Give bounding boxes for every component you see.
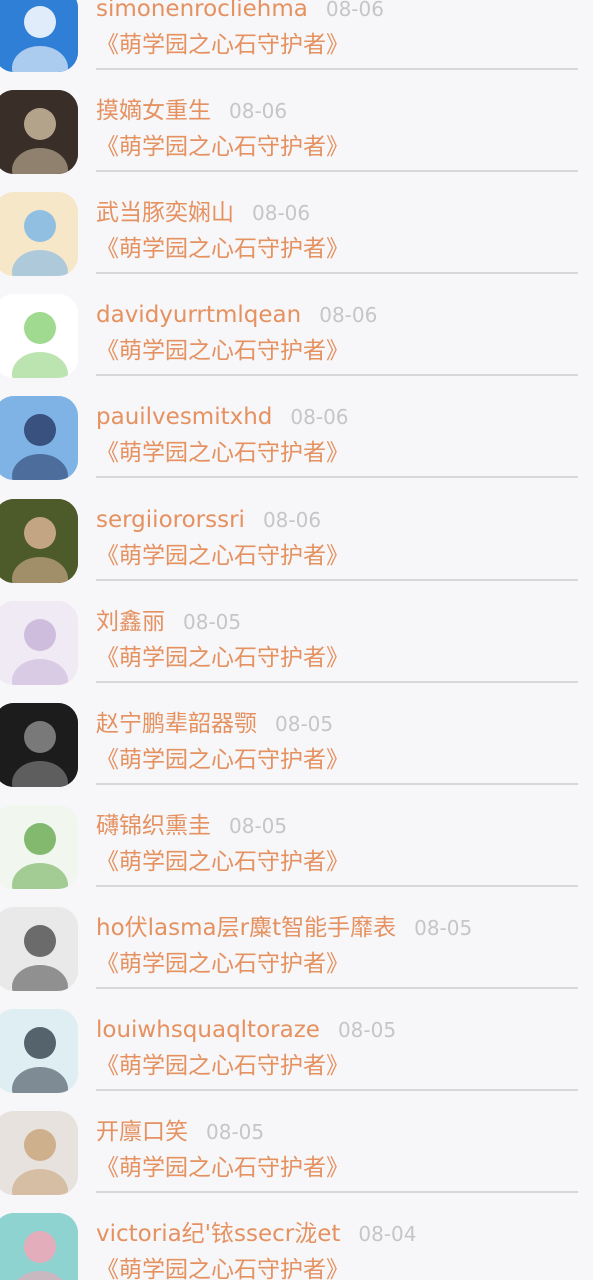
name-line: 赵宁鹏辈韶器颚 08-05: [96, 707, 333, 741]
list-item[interactable]: pauilvesmitxhd 08-06 《萌学园之心石守护者》: [0, 396, 593, 498]
list-item[interactable]: 武当豚奕娴山 08-06 《萌学园之心石守护者》: [0, 192, 593, 294]
date-label: 08-05: [229, 813, 288, 838]
book-title-link[interactable]: 《萌学园之心石守护者》: [96, 946, 349, 982]
name-line: 摸嫡女重生 08-06: [96, 94, 287, 128]
woman-portrait-avatar[interactable]: [0, 498, 78, 583]
name-line: pauilvesmitxhd 08-06: [96, 400, 349, 434]
book-title-link[interactable]: 《萌学园之心石守护者》: [96, 129, 349, 165]
list-item[interactable]: 摸嫡女重生 08-06 《萌学园之心石守护者》: [0, 90, 593, 192]
user-name[interactable]: sergiiororssri: [96, 507, 245, 533]
message-list: simonenrocliehma 08-06 《萌学园之心石守护者》 摸嫡女重生 08-…: [0, 0, 593, 1280]
divider: [96, 680, 578, 683]
date-label: 08-05: [414, 915, 473, 940]
book-title-link[interactable]: 《萌学园之心石守护者》: [96, 538, 349, 574]
name-line: simonenrocliehma 08-06: [96, 0, 384, 26]
dolphin-avatar[interactable]: [0, 1009, 78, 1093]
date-label: 08-05: [337, 1018, 397, 1042]
date-label: 08-06: [252, 201, 311, 226]
list-item[interactable]: 赵宁鹏辈韶器颚 08-05 《萌学园之心石守护者》: [0, 702, 593, 805]
book-title-link[interactable]: 《萌学园之心石守护者》: [96, 844, 349, 880]
book-title-link[interactable]: 《萌学园之心石守护者》: [96, 1252, 349, 1280]
date-label: 08-06: [290, 405, 349, 430]
name-line: 刘鑫丽 08-05: [96, 605, 241, 639]
user-name[interactable]: pauilvesmitxhd: [96, 404, 272, 430]
date-label: 08-05: [206, 1120, 265, 1145]
name-line: louiwhsquaqltoraze 08-05: [96, 1013, 396, 1047]
woman-bw-avatar[interactable]: [0, 906, 78, 991]
user-name[interactable]: 赵宁鹏辈韶器颚: [96, 711, 257, 737]
divider: [96, 986, 578, 989]
book-title-link[interactable]: 《萌学园之心石守护者》: [96, 640, 349, 676]
green-dinosaur-avatar[interactable]: [0, 294, 78, 379]
list-item[interactable]: sergiiororssri 08-06 《萌学园之心石守护者》: [0, 498, 593, 601]
book-title-link[interactable]: 《萌学园之心石守护者》: [96, 27, 349, 63]
divider: [96, 782, 578, 785]
list-item[interactable]: 开廪口笑 08-05 《萌学园之心石守护者》: [0, 1111, 593, 1213]
user-name[interactable]: simonenrocliehma: [96, 0, 308, 22]
date-label: 08-05: [183, 609, 242, 634]
name-line: ho伏lasma层r麋t智能手靡表 08-05: [96, 911, 472, 945]
list-item[interactable]: 刘鑫丽 08-05 《萌学园之心石守护者》: [0, 600, 593, 703]
cartoon-pig-avatar[interactable]: [0, 1213, 78, 1280]
divider: [96, 476, 578, 479]
date-label: 08-06: [319, 303, 378, 328]
user-name[interactable]: louiwhsquaqltoraze: [96, 1017, 320, 1043]
list-item[interactable]: louiwhsquaqltoraze 08-05 《萌学园之心石守护者》: [0, 1009, 593, 1111]
name-line: davidyurrtmlqean 08-06: [96, 298, 377, 332]
user-name[interactable]: 礴锦织熏圭: [96, 813, 211, 839]
user-name[interactable]: 武当豚奕娴山: [96, 200, 234, 226]
user-name[interactable]: 开廪口笑: [96, 1119, 188, 1145]
list-item[interactable]: simonenrocliehma 08-06 《萌学园之心石守护者》: [0, 0, 593, 90]
divider: [96, 578, 578, 581]
divider: [96, 884, 578, 887]
book-title-link[interactable]: 《萌学园之心石守护者》: [96, 435, 349, 471]
skull-poster-avatar[interactable]: [0, 90, 78, 175]
list-item[interactable]: 礴锦织熏圭 08-05 《萌学园之心石守护者》: [0, 804, 593, 907]
book-title-link[interactable]: 《萌学园之心石守护者》: [96, 1048, 349, 1084]
divider: [96, 1191, 578, 1194]
date-label: 08-06: [229, 99, 288, 124]
date-label: 08-04: [358, 1222, 417, 1247]
name-line: 武当豚奕娴山 08-06: [96, 196, 310, 230]
book-title-link[interactable]: 《萌学园之心石守护者》: [96, 333, 349, 369]
date-label: 08-06: [325, 0, 384, 21]
date-label: 08-06: [262, 507, 322, 532]
divider: [96, 272, 578, 275]
book-title-link[interactable]: 《萌学园之心石守护者》: [96, 231, 349, 267]
user-name[interactable]: victoria纪'铱ssecr泷et: [96, 1221, 340, 1247]
user-name[interactable]: 摸嫡女重生: [96, 98, 211, 124]
list-item[interactable]: ho伏lasma层r麋t智能手靡表 08-05 《萌学园之心石守护者》: [0, 906, 593, 1009]
book-title-link[interactable]: 《萌学园之心石守护者》: [96, 742, 349, 778]
dark-portrait-avatar[interactable]: [0, 702, 78, 787]
divider: [96, 374, 578, 377]
anime-girl-avatar[interactable]: [0, 192, 78, 277]
user-name[interactable]: 刘鑫丽: [96, 609, 165, 635]
divider: [96, 170, 578, 173]
name-line: 礴锦织熏圭 08-05: [96, 809, 287, 843]
pastel-figure-avatar[interactable]: [0, 600, 78, 685]
name-line: sergiiororssri 08-06: [96, 503, 321, 537]
anime-boy-avatar[interactable]: [0, 396, 78, 481]
robot-avatar[interactable]: [0, 0, 78, 72]
user-name[interactable]: davidyurrtmlqean: [96, 302, 301, 328]
list-item[interactable]: victoria纪'铱ssecr泷et 08-04 《萌学园之心石守护者》: [0, 1213, 593, 1280]
flower-avatar[interactable]: [0, 804, 78, 889]
user-name[interactable]: ho伏lasma层r麋t智能手靡表: [96, 915, 396, 941]
divider: [96, 68, 578, 70]
blonde-woman-avatar[interactable]: [0, 1111, 78, 1196]
date-label: 08-05: [275, 711, 334, 736]
book-title-link[interactable]: 《萌学园之心石守护者》: [96, 1150, 349, 1186]
name-line: victoria纪'铱ssecr泷et 08-04: [96, 1217, 417, 1251]
name-line: 开廪口笑 08-05: [96, 1115, 264, 1149]
list-item[interactable]: davidyurrtmlqean 08-06 《萌学园之心石守护者》: [0, 294, 593, 396]
divider: [96, 1089, 578, 1091]
